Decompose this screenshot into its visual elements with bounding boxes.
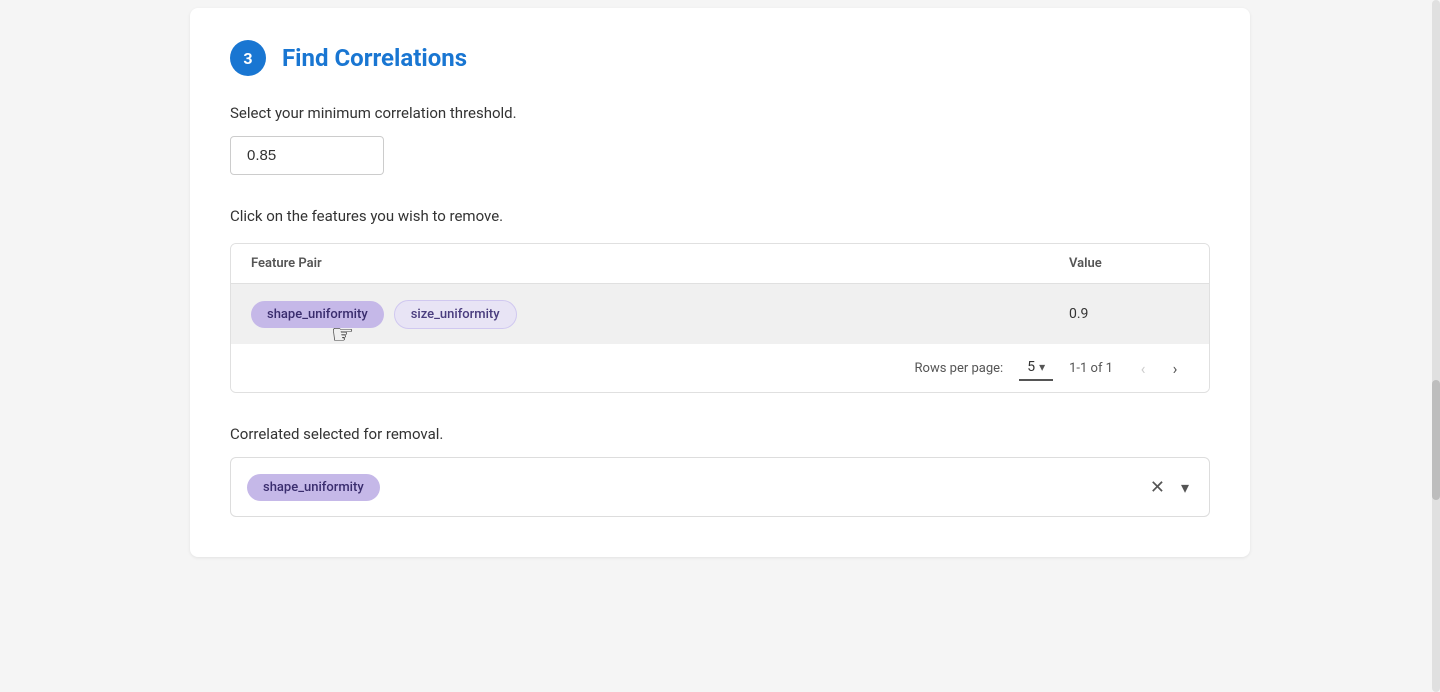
prev-page-button[interactable]: ‹ bbox=[1129, 354, 1157, 382]
rows-per-page-chevron-icon: ▾ bbox=[1039, 360, 1045, 374]
main-card: 3 Find Correlations Select your minimum … bbox=[190, 8, 1250, 557]
removal-chips: shape_uniformity bbox=[247, 474, 1146, 501]
removal-label: Correlated selected for removal. bbox=[230, 425, 1210, 443]
feature-pair-table: Feature Pair Value shape_uniformity size… bbox=[230, 243, 1210, 393]
feature-chips: shape_uniformity size_uniformity bbox=[251, 300, 1069, 329]
row-value: 0.9 bbox=[1069, 306, 1189, 322]
removal-box: shape_uniformity ✕ ▾ bbox=[230, 457, 1210, 517]
click-features-label: Click on the features you wish to remove… bbox=[230, 207, 1210, 225]
table-footer: Rows per page: 5 ▾ 1-1 of 1 ‹ › bbox=[231, 344, 1209, 392]
scrollbar-thumb[interactable] bbox=[1432, 380, 1440, 500]
clear-removal-icon[interactable]: ✕ bbox=[1146, 473, 1169, 502]
section-title: Find Correlations bbox=[282, 44, 467, 72]
next-page-button[interactable]: › bbox=[1161, 354, 1189, 382]
step-badge: 3 bbox=[230, 40, 266, 76]
rows-per-page-value: 5 bbox=[1027, 359, 1035, 375]
col-header-value: Value bbox=[1069, 256, 1189, 271]
rows-per-page-label: Rows per page: bbox=[915, 361, 1004, 376]
page-wrapper: 3 Find Correlations Select your minimum … bbox=[0, 0, 1440, 692]
removal-dropdown-icon[interactable]: ▾ bbox=[1177, 474, 1193, 501]
chip-shape-uniformity[interactable]: shape_uniformity bbox=[251, 301, 384, 328]
chip-size-uniformity[interactable]: size_uniformity bbox=[394, 300, 517, 329]
threshold-label: Select your minimum correlation threshol… bbox=[230, 104, 1210, 122]
section-header: 3 Find Correlations bbox=[230, 40, 1210, 76]
rows-per-page-select[interactable]: 5 ▾ bbox=[1019, 355, 1053, 381]
table-header: Feature Pair Value bbox=[231, 244, 1209, 284]
table-row[interactable]: shape_uniformity size_uniformity 0.9 ☞ bbox=[231, 284, 1209, 344]
pagination-nav: ‹ › bbox=[1129, 354, 1189, 382]
removal-actions: ✕ ▾ bbox=[1146, 473, 1193, 502]
threshold-input[interactable] bbox=[230, 136, 384, 175]
col-header-feature-pair: Feature Pair bbox=[251, 256, 1069, 271]
pagination-info: 1-1 of 1 bbox=[1069, 361, 1113, 376]
removal-chip-shape-uniformity[interactable]: shape_uniformity bbox=[247, 474, 380, 501]
scrollbar[interactable] bbox=[1432, 0, 1440, 692]
